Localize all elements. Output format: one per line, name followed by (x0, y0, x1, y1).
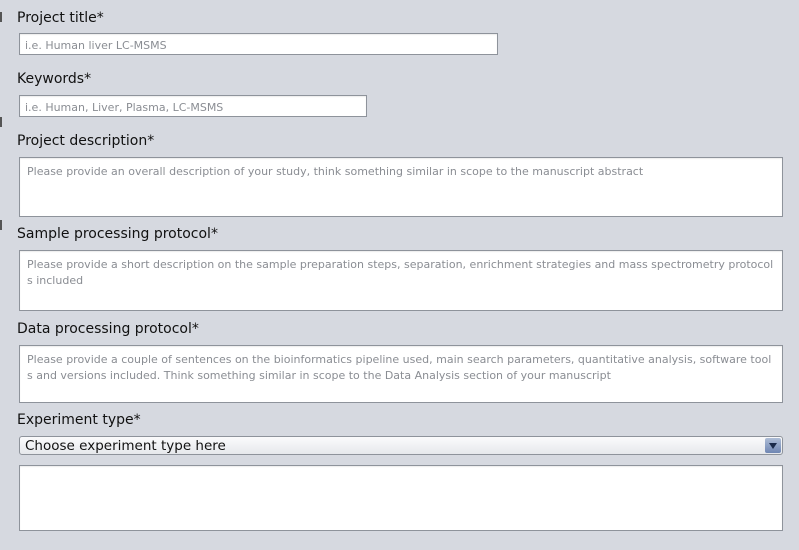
window-edge-mark (0, 12, 2, 22)
experiment-type-selected: Choose experiment type here (25, 438, 226, 454)
data-processing-textarea[interactable]: Please provide a couple of sentences on … (19, 345, 783, 403)
keywords-label: Keywords* (17, 71, 92, 87)
keywords-input[interactable] (20, 97, 366, 118)
project-description-placeholder: Please provide an overall description of… (27, 165, 644, 178)
project-title-field[interactable] (19, 33, 498, 56)
sample-processing-label: Sample processing protocol* (17, 226, 218, 242)
sample-processing-textarea[interactable]: Please provide a short description on th… (19, 250, 783, 311)
window-edge-mark (0, 117, 2, 127)
keywords-field[interactable] (19, 95, 367, 118)
project-description-textarea[interactable]: Please provide an overall description of… (19, 157, 783, 217)
project-title-label: Project title* (17, 10, 104, 26)
data-processing-placeholder: Please provide a couple of sentences on … (27, 353, 772, 382)
sample-processing-placeholder: Please provide a short description on th… (27, 258, 774, 287)
chevron-down-icon[interactable] (765, 438, 781, 453)
experiment-type-label: Experiment type* (17, 412, 141, 428)
experiment-type-select[interactable]: Choose experiment type here (19, 436, 783, 455)
project-title-input[interactable] (20, 35, 497, 56)
project-description-label: Project description* (17, 133, 155, 149)
window-edge-mark (0, 220, 2, 230)
data-processing-label: Data processing protocol* (17, 321, 199, 337)
experiment-type-list[interactable] (19, 465, 783, 531)
